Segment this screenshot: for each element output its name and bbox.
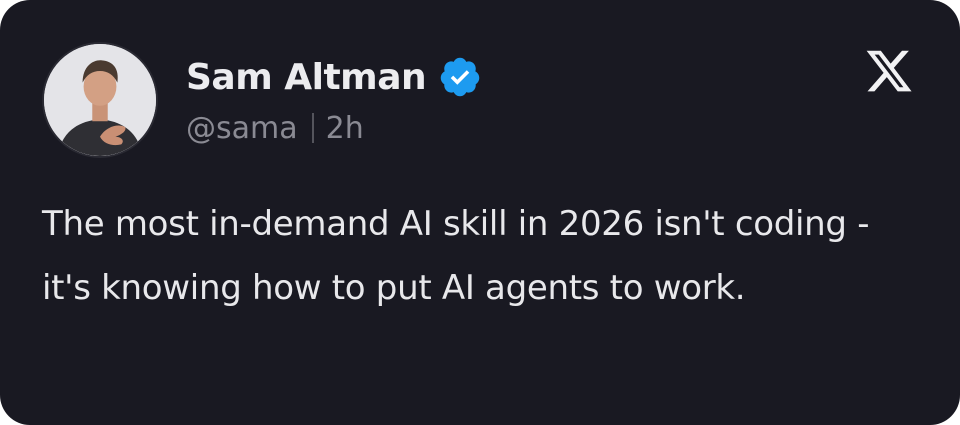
post-card: Sam Altman @sama 2h The most in-demand A…	[0, 0, 960, 425]
post-body-text: The most in-demand AI skill in 2026 isn'…	[42, 204, 870, 308]
author-row: Sam Altman	[186, 52, 482, 102]
author-name[interactable]: Sam Altman	[186, 57, 427, 98]
author-handle[interactable]: @sama	[186, 111, 298, 146]
post-meta: @sama 2h	[186, 106, 364, 150]
post-timestamp[interactable]: 2h	[326, 111, 364, 146]
x-logo-icon[interactable]	[862, 46, 916, 96]
meta-divider	[311, 113, 314, 143]
verified-badge-icon	[438, 55, 482, 99]
avatar-photo	[44, 44, 156, 156]
avatar[interactable]	[42, 42, 158, 158]
